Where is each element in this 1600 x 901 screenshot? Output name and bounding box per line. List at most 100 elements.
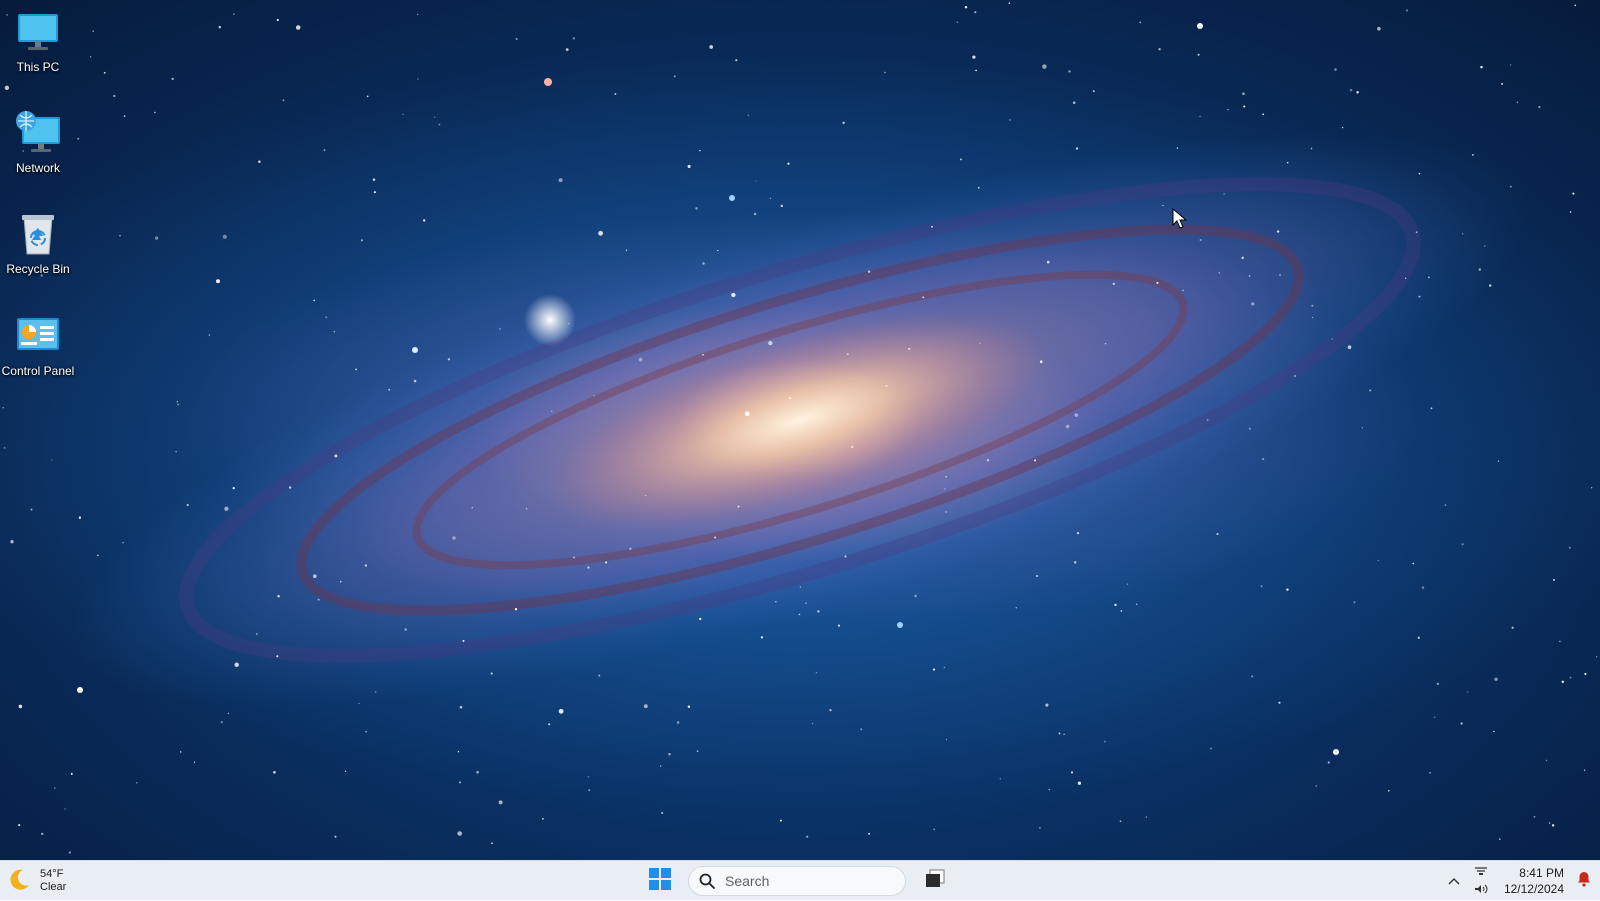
- star: [1286, 161, 1289, 164]
- task-view-button[interactable]: [920, 867, 950, 895]
- star: [573, 556, 575, 559]
- star: [1197, 53, 1200, 56]
- star: [216, 279, 220, 284]
- star: [593, 395, 595, 397]
- star: [815, 672, 818, 674]
- star: [699, 149, 701, 152]
- star: [273, 771, 276, 774]
- star: [1311, 304, 1314, 307]
- star: [1241, 256, 1244, 260]
- search-input[interactable]: [723, 872, 887, 890]
- star: [360, 239, 363, 242]
- star: [1327, 761, 1330, 764]
- star: [1039, 826, 1041, 829]
- star: [1114, 603, 1117, 607]
- star: [103, 71, 106, 74]
- star: [829, 708, 832, 712]
- quick-settings-button[interactable]: [1468, 865, 1494, 897]
- star: [922, 296, 925, 299]
- star: [312, 574, 317, 579]
- weather-widget[interactable]: 54°F Clear: [8, 865, 66, 897]
- star: [787, 162, 790, 165]
- star: [1489, 284, 1492, 287]
- desktop-icon-recycle-bin[interactable]: Recycle Bin: [1, 210, 75, 276]
- notifications-button[interactable]: [1572, 865, 1596, 897]
- star: [1494, 677, 1498, 682]
- star: [222, 234, 227, 239]
- star: [702, 354, 704, 356]
- star: [388, 388, 391, 391]
- star: [323, 149, 326, 152]
- star: [1369, 389, 1372, 392]
- star: [1353, 601, 1356, 604]
- star: [1073, 561, 1077, 564]
- star: [90, 56, 92, 58]
- desktop-icon-network[interactable]: Network: [1, 109, 75, 175]
- star: [769, 197, 772, 200]
- star: [313, 299, 316, 302]
- star: [1071, 771, 1073, 774]
- star: [933, 828, 936, 831]
- desktop-icon-label: This PC: [16, 60, 60, 74]
- star: [1430, 407, 1433, 410]
- star: [10, 540, 14, 544]
- clock-date: 12/12/2024: [1503, 882, 1564, 896]
- star: [179, 751, 182, 753]
- star: [673, 75, 676, 78]
- star: [18, 704, 23, 709]
- star: [402, 113, 404, 115]
- star: [344, 770, 347, 772]
- star: [1227, 108, 1229, 111]
- star: [1412, 562, 1415, 565]
- star: [193, 761, 196, 763]
- show-hidden-icons-button[interactable]: [1440, 865, 1468, 897]
- star: [747, 114, 750, 117]
- desktop-icon-this-pc[interactable]: This PC: [1, 8, 75, 74]
- star: [258, 160, 261, 163]
- star: [868, 832, 871, 835]
- star: [1039, 360, 1043, 364]
- star: [1126, 583, 1129, 585]
- recycle-bin-icon: [14, 210, 62, 258]
- star: [568, 322, 570, 325]
- taskbar-clock[interactable]: 8:41 PM 12/12/2024: [1504, 865, 1564, 897]
- star: [462, 639, 465, 642]
- star: [1462, 233, 1464, 235]
- star: [1139, 21, 1142, 24]
- star: [687, 705, 691, 709]
- star: [885, 384, 888, 387]
- desktop-icon-label: Recycle Bin: [6, 262, 70, 276]
- star: [714, 536, 717, 539]
- star: [1405, 277, 1407, 279]
- start-button[interactable]: [646, 867, 674, 895]
- star: [1480, 65, 1483, 69]
- star: [959, 158, 962, 161]
- star: [884, 71, 886, 74]
- star: [154, 236, 159, 240]
- star: [1572, 192, 1575, 195]
- star: [643, 704, 648, 709]
- star: [558, 178, 563, 183]
- star: [334, 835, 337, 838]
- star: [1135, 603, 1138, 605]
- star: [476, 770, 479, 774]
- star: [565, 48, 569, 52]
- star: [1568, 546, 1571, 549]
- star: [1315, 785, 1317, 787]
- star: [551, 410, 553, 412]
- desktop-wallpaper[interactable]: This PC Network Recycle Bin Control Pane…: [0, 0, 1600, 860]
- taskbar-search[interactable]: [688, 866, 906, 896]
- star: [295, 25, 301, 30]
- star: [1072, 101, 1076, 104]
- star: [943, 666, 946, 669]
- star: [459, 705, 463, 709]
- star: [218, 25, 222, 29]
- star: [914, 594, 917, 598]
- star: [1433, 716, 1436, 719]
- desktop-icon-control-panel[interactable]: Control Panel: [1, 312, 75, 378]
- star: [1516, 101, 1519, 104]
- star: [1444, 504, 1447, 506]
- star: [122, 541, 124, 544]
- star: [1276, 230, 1280, 233]
- star: [30, 508, 33, 511]
